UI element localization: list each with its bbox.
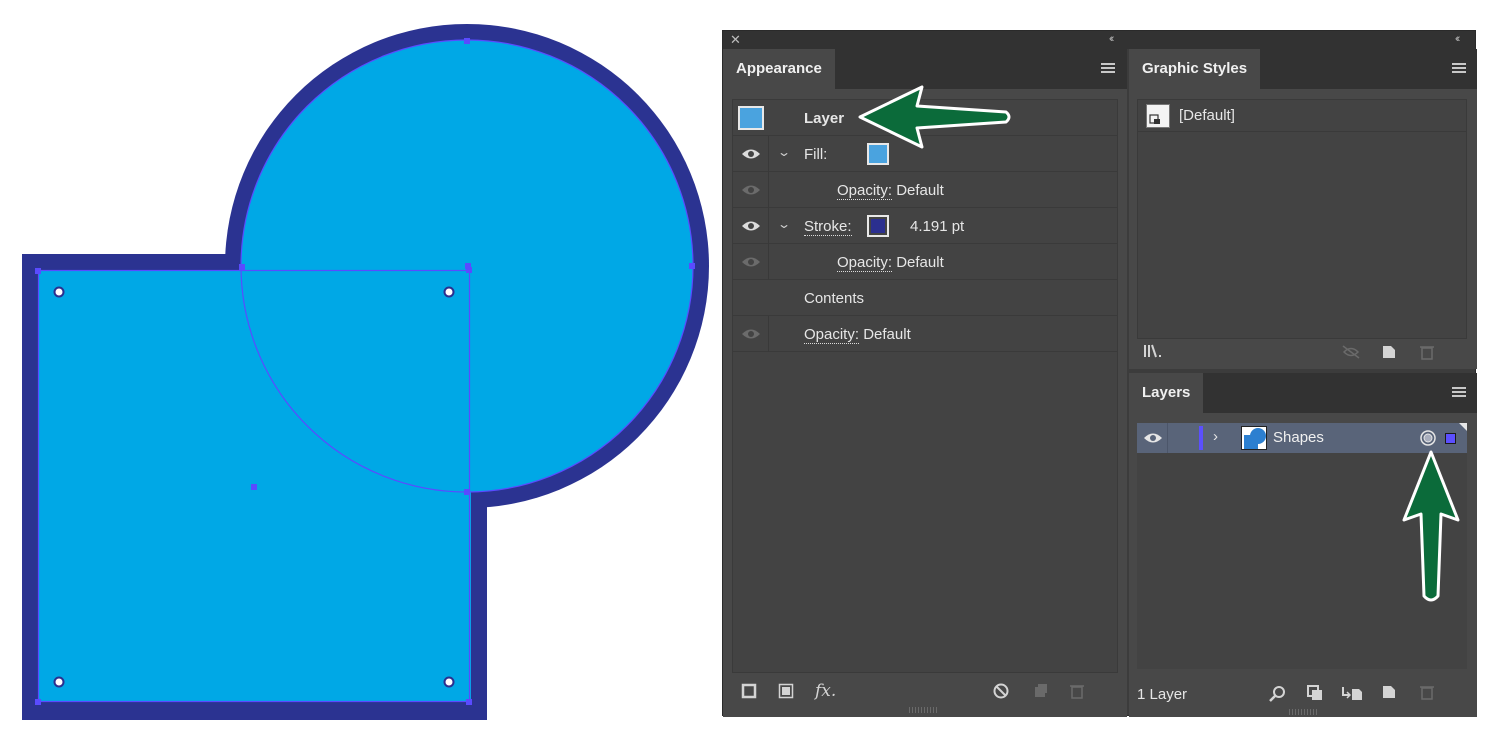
green-arrow-up [1402,450,1460,602]
annotation-layer [858,85,1460,602]
green-arrow-left [858,85,1011,149]
